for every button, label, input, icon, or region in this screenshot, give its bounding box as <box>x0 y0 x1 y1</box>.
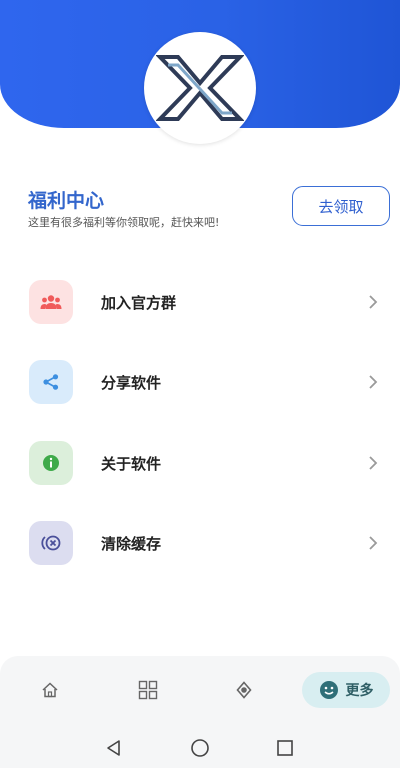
chevron-right-icon <box>369 295 378 309</box>
info-icon <box>29 441 73 485</box>
menu-item-label: 清除缓存 <box>101 535 162 553</box>
tab-home[interactable] <box>32 672 68 708</box>
grid-icon <box>138 680 158 700</box>
tab-more[interactable]: 更多 <box>302 672 390 708</box>
chevron-right-icon <box>369 375 378 389</box>
menu-item-share[interactable]: 分享软件 <box>0 354 400 410</box>
menu-item-join-group[interactable]: 加入官方群 <box>0 274 400 330</box>
recents-square-icon <box>277 740 293 756</box>
tab-discover[interactable] <box>226 672 262 708</box>
menu-item-label: 分享软件 <box>101 374 162 392</box>
tab-apps[interactable] <box>130 672 166 708</box>
welfare-subtitle: 这里有很多福利等你领取呢，赶快来吧! <box>28 216 220 229</box>
back-triangle-icon <box>107 740 120 756</box>
menu-item-label: 关于软件 <box>101 455 162 473</box>
clear-cache-icon <box>29 521 73 565</box>
tab-more-label: 更多 <box>345 683 374 699</box>
claim-button[interactable]: 去领取 <box>292 186 390 226</box>
x-logo-icon <box>156 55 244 121</box>
recents-button[interactable] <box>273 736 297 760</box>
smile-icon <box>319 681 338 699</box>
app-logo <box>144 32 256 144</box>
home-system-button[interactable] <box>188 736 212 760</box>
menu-item-about[interactable]: 关于软件 <box>0 435 400 491</box>
home-circle-icon <box>191 739 209 757</box>
home-icon <box>42 682 58 698</box>
menu-item-label: 加入官方群 <box>101 294 177 312</box>
back-button[interactable] <box>102 736 126 760</box>
system-nav-bar <box>0 728 400 768</box>
chevron-right-icon <box>369 536 378 550</box>
chevron-right-icon <box>369 456 378 470</box>
group-icon <box>29 280 73 324</box>
menu-item-clear-cache[interactable]: 清除缓存 <box>0 515 400 571</box>
welfare-title: 福利中心 <box>28 190 105 212</box>
compass-icon <box>236 681 252 699</box>
share-icon <box>29 360 73 404</box>
